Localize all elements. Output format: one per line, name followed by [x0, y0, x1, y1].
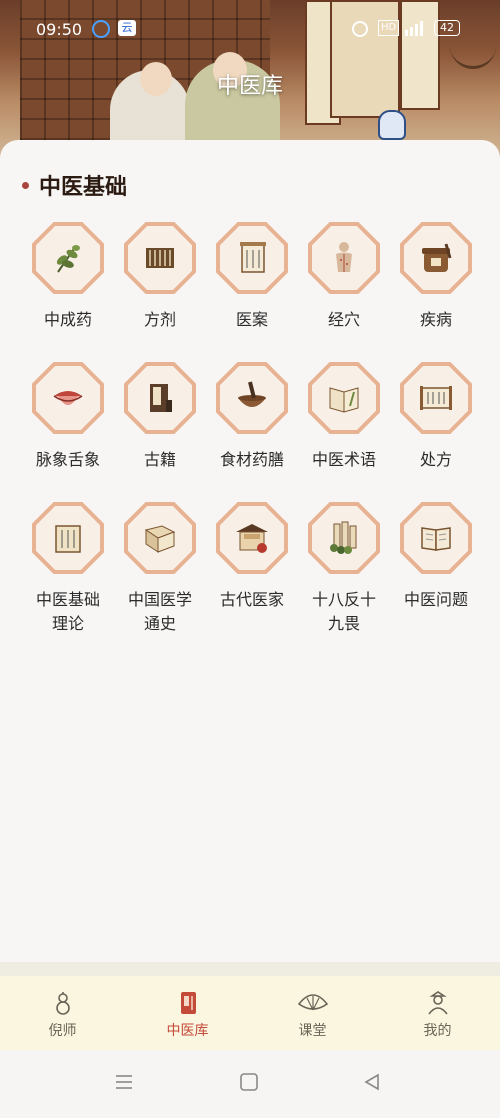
section-title: 中医基础	[39, 175, 128, 200]
category-item-food-therapy[interactable]: 食材药膳	[206, 362, 298, 472]
page-title: 中医库	[216, 74, 283, 99]
ancient-book-icon	[150, 384, 172, 412]
tab-classroom[interactable]: 课堂	[250, 976, 375, 1050]
category-item-prescriptions[interactable]: 处方	[390, 362, 482, 472]
tab-label: 中医库	[166, 1023, 209, 1039]
category-item-tcm-questions[interactable]: 中医问题	[390, 502, 482, 636]
category-label: 食材药膳	[219, 450, 284, 469]
category-grid: 中成药 方剂 医案 经穴 疾病 脉象舌象 古籍 食材药膳 中医术语 处方 中医基…	[22, 222, 482, 636]
mortar-jar-icon	[422, 243, 452, 272]
bowl-icon	[238, 381, 266, 407]
category-item-ancient-books[interactable]: 古籍	[114, 362, 206, 472]
prescription-scroll-icon	[420, 386, 452, 410]
pavilion-icon	[236, 524, 268, 553]
category-label: 方剂	[143, 310, 176, 329]
category-label: 中医术语	[311, 450, 376, 469]
category-label: 处方	[419, 450, 452, 469]
document-icon	[240, 242, 266, 273]
category-item-formulas[interactable]: 方剂	[114, 222, 206, 332]
fan-icon	[297, 994, 328, 1011]
content-card: 中医基础 中成药 方剂 医案 经穴 疾病 脉象舌象 古籍 食材药膳 中医术语 处…	[0, 140, 500, 962]
tab-label: 我的	[423, 1023, 452, 1039]
signal-icon	[404, 18, 430, 40]
herb-jars-icon	[330, 521, 357, 554]
tab-tcm-library[interactable]: 中医库	[125, 976, 250, 1050]
manuscript-icon	[55, 525, 81, 553]
category-label: 经穴	[327, 310, 360, 329]
category-label: 中医问题	[403, 590, 468, 609]
category-item-chinese-patent-medicine[interactable]: 中成药	[22, 222, 114, 332]
category-item-pulse-tongue[interactable]: 脉象舌象	[22, 362, 114, 472]
status-time: 09:50	[36, 20, 83, 39]
section-header: 中医基础	[22, 170, 127, 200]
battery-icon: 42	[434, 20, 460, 36]
category-label: 疾病	[419, 310, 452, 329]
category-label: 十八反十 九畏	[311, 590, 376, 633]
section-dot-icon	[22, 181, 29, 189]
bottom-tab-bar: 倪师 中医库 课堂 我的	[0, 976, 500, 1050]
scroll-icon	[146, 248, 174, 268]
tab-label: 课堂	[298, 1023, 327, 1039]
alarm-icon	[352, 21, 368, 37]
category-label: 中成药	[43, 310, 92, 329]
category-item-tcm-basic-theory[interactable]: 中医基础 理论	[22, 502, 114, 636]
category-label: 脉象舌象	[35, 450, 100, 469]
category-label: 古籍	[143, 450, 176, 469]
history-book-icon	[144, 525, 176, 553]
back-icon[interactable]	[362, 1072, 382, 1092]
tab-label: 倪师	[48, 1023, 77, 1039]
category-item-diseases[interactable]: 疾病	[390, 222, 482, 332]
category-item-eighteen-incompatibilities[interactable]: 十八反十 九畏	[298, 502, 390, 636]
menu-icon[interactable]	[114, 1072, 134, 1092]
book-icon	[421, 527, 451, 551]
acupoint-figure-icon	[336, 242, 352, 272]
category-label: 中医基础 理论	[35, 590, 100, 633]
category-item-chinese-medical-history[interactable]: 中国医学 通史	[114, 502, 206, 636]
tongue-icon	[53, 391, 83, 405]
tabbar-separator	[0, 962, 500, 976]
herb-icon	[56, 245, 80, 273]
category-item-acupoints[interactable]: 经穴	[298, 222, 390, 332]
category-item-ancient-physicians[interactable]: 古代医家	[206, 502, 298, 636]
category-label: 古代医家	[219, 590, 284, 609]
person-icon	[427, 991, 448, 1015]
open-book-icon	[329, 387, 359, 413]
category-item-medical-cases[interactable]: 医案	[206, 222, 298, 332]
tab-mine[interactable]: 我的	[375, 976, 500, 1050]
cloud-app-icon: 云	[118, 20, 136, 36]
category-label: 医案	[235, 310, 268, 329]
app-notification-icon	[92, 20, 110, 38]
tab-nishi[interactable]: 倪师	[0, 976, 125, 1050]
status-bar: 09:50 云 HD 42	[0, 12, 500, 48]
library-book-icon	[180, 992, 196, 1014]
system-nav-bar	[0, 1050, 500, 1118]
hd-indicator: HD	[378, 20, 400, 36]
category-label: 中国医学 通史	[127, 590, 192, 633]
home-icon[interactable]	[239, 1072, 259, 1092]
category-item-tcm-terms[interactable]: 中医术语	[298, 362, 390, 472]
gourd-icon	[55, 992, 70, 1015]
porcelain-vase-illustration	[378, 110, 406, 140]
